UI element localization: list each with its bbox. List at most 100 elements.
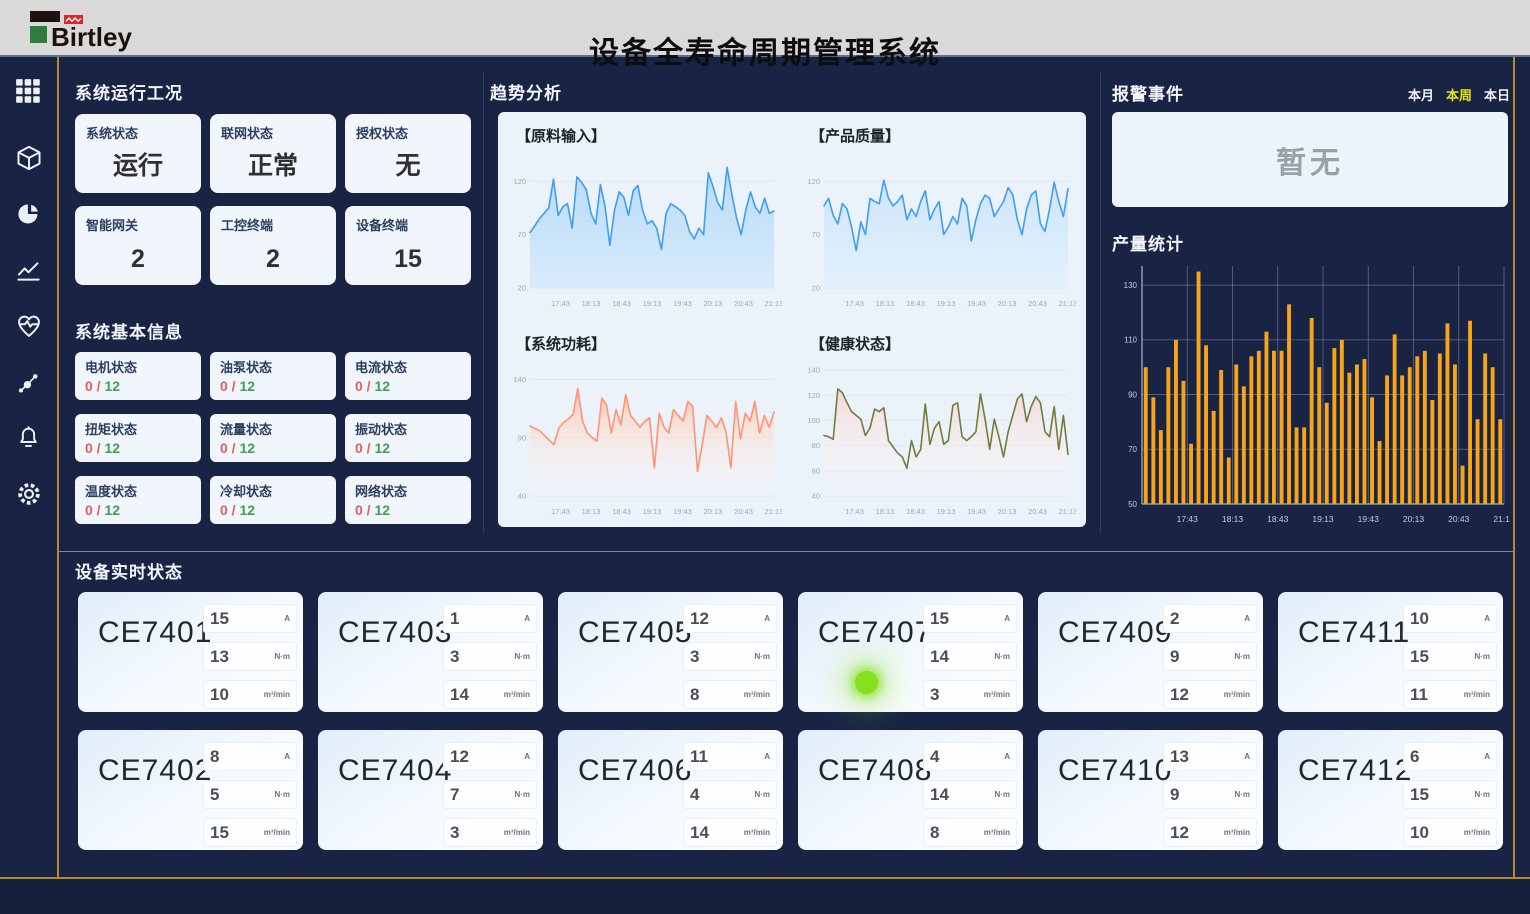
trend-chart-title: 【系统功耗】 bbox=[516, 333, 606, 354]
device-stat-current: 8A bbox=[203, 742, 297, 771]
device-card-CE7412[interactable]: CE74126A15N·m10m³/min bbox=[1278, 730, 1503, 850]
sidebar-pie-chart-icon[interactable] bbox=[7, 194, 51, 236]
device-stat-value: 14 bbox=[690, 823, 709, 843]
alarm-tab-本周[interactable]: 本周 bbox=[1446, 85, 1472, 104]
info-card[interactable]: 电机状态0 / 12 bbox=[75, 352, 201, 400]
device-stat-torque: 14N·m bbox=[923, 642, 1017, 671]
sidebar-apps-grid-icon[interactable] bbox=[7, 72, 51, 114]
info-card[interactable]: 电流状态0 / 12 bbox=[345, 352, 471, 400]
device-stat-unit: A bbox=[1484, 614, 1490, 623]
device-stat-value: 3 bbox=[450, 823, 459, 843]
sidebar-cube-3d-icon[interactable] bbox=[7, 138, 51, 180]
status-card-value: 运行 bbox=[75, 146, 201, 182]
device-stat-unit: N·m bbox=[754, 652, 770, 661]
alarm-tab-本日[interactable]: 本日 bbox=[1484, 85, 1510, 104]
status-card-label: 设备终端 bbox=[356, 215, 460, 234]
sidebar-bell-icon[interactable] bbox=[7, 418, 51, 460]
device-stats: 4A14N·m8m³/min bbox=[923, 742, 1017, 856]
device-stat-value: 3 bbox=[450, 647, 459, 667]
svg-text:20:13: 20:13 bbox=[998, 299, 1017, 308]
line-chart-icon bbox=[15, 256, 42, 286]
device-card-CE7408[interactable]: CE74084A14N·m8m³/min bbox=[798, 730, 1023, 850]
device-card-CE7411[interactable]: CE741110A15N·m11m³/min bbox=[1278, 592, 1503, 712]
svg-text:18:43: 18:43 bbox=[906, 299, 925, 308]
trend-chart-health-status: 【健康状态】40608010012014017:4318:1318:4319:1… bbox=[792, 320, 1086, 527]
svg-text:120: 120 bbox=[807, 391, 820, 400]
device-stat-unit: A bbox=[764, 614, 770, 623]
device-stats: 10A15N·m11m³/min bbox=[1403, 604, 1497, 718]
svg-text:70: 70 bbox=[812, 230, 820, 239]
device-stat-current: 4A bbox=[923, 742, 1017, 771]
device-stats: 11A4N·m14m³/min bbox=[683, 742, 777, 856]
info-card-current: 0 bbox=[355, 440, 363, 456]
info-card-ratio: 0 / 12 bbox=[85, 440, 191, 456]
svg-text:120: 120 bbox=[807, 177, 820, 186]
device-stat-unit: A bbox=[1244, 614, 1250, 623]
device-stat-unit: N·m bbox=[274, 652, 290, 661]
svg-text:18:13: 18:13 bbox=[582, 299, 601, 308]
status-card[interactable]: 系统状态运行 bbox=[75, 114, 201, 193]
status-card[interactable]: 智能网关2 bbox=[75, 206, 201, 285]
device-card-CE7410[interactable]: CE741013A9N·m12m³/min bbox=[1038, 730, 1263, 850]
device-stat-unit: A bbox=[1004, 614, 1010, 623]
sidebar-heartbeat-icon[interactable] bbox=[7, 306, 51, 348]
device-stat-current: 13A bbox=[1163, 742, 1257, 771]
device-card-CE7407[interactable]: CE740715A14N·m3m³/min bbox=[798, 592, 1023, 712]
svg-text:19:13: 19:13 bbox=[643, 507, 662, 516]
device-stat-value: 7 bbox=[450, 785, 459, 805]
device-stat-value: 15 bbox=[210, 823, 229, 843]
column-divider-right bbox=[1100, 72, 1101, 534]
status-card[interactable]: 授权状态无 bbox=[345, 114, 471, 193]
status-card[interactable]: 设备终端15 bbox=[345, 206, 471, 285]
sidebar-gear-icon[interactable] bbox=[7, 474, 51, 516]
device-stat-value: 12 bbox=[1170, 823, 1189, 843]
svg-text:120: 120 bbox=[513, 177, 526, 186]
sidebar-border bbox=[57, 57, 59, 877]
status-card[interactable]: 联网状态正常 bbox=[210, 114, 336, 193]
status-card-label: 工控终端 bbox=[221, 215, 325, 234]
info-card[interactable]: 温度状态0 / 12 bbox=[75, 476, 201, 524]
info-card[interactable]: 流量状态0 / 12 bbox=[210, 414, 336, 462]
device-card-CE7403[interactable]: CE74031A3N·m14m³/min bbox=[318, 592, 543, 712]
devices-grid: CE740115A13N·m10m³/minCE74031A3N·m14m³/m… bbox=[78, 592, 1503, 850]
sidebar-molecule-icon[interactable] bbox=[7, 362, 51, 404]
sidebar-line-chart-icon[interactable] bbox=[7, 250, 51, 292]
status-card-label: 授权状态 bbox=[356, 123, 460, 142]
device-stat-current: 12A bbox=[683, 604, 777, 633]
device-card-CE7404[interactable]: CE740412A7N·m3m³/min bbox=[318, 730, 543, 850]
info-card[interactable]: 油泵状态0 / 12 bbox=[210, 352, 336, 400]
device-stats: 15A14N·m3m³/min bbox=[923, 604, 1017, 718]
info-card-label: 冷却状态 bbox=[220, 481, 326, 500]
svg-text:18:43: 18:43 bbox=[906, 507, 925, 516]
alarm-tab-本月[interactable]: 本月 bbox=[1408, 85, 1434, 104]
device-stat-value: 12 bbox=[1170, 685, 1189, 705]
svg-text:20:13: 20:13 bbox=[704, 507, 723, 516]
device-card-CE7406[interactable]: CE740611A4N·m14m³/min bbox=[558, 730, 783, 850]
status-card-label: 智能网关 bbox=[86, 215, 190, 234]
device-stat-value: 15 bbox=[1410, 647, 1429, 667]
info-card[interactable]: 网络状态0 / 12 bbox=[345, 476, 471, 524]
device-card-CE7402[interactable]: CE74028A5N·m15m³/min bbox=[78, 730, 303, 850]
device-card-CE7409[interactable]: CE74092A9N·m12m³/min bbox=[1038, 592, 1263, 712]
svg-text:21:13: 21:13 bbox=[1059, 507, 1076, 516]
info-card[interactable]: 扭矩状态0 / 12 bbox=[75, 414, 201, 462]
device-card-CE7405[interactable]: CE740512A3N·m8m³/min bbox=[558, 592, 783, 712]
info-card[interactable]: 冷却状态0 / 12 bbox=[210, 476, 336, 524]
info-card-separator: / bbox=[363, 378, 375, 394]
device-stat-current: 15A bbox=[923, 604, 1017, 633]
trend-chart-plot: 207012017:4318:1318:4319:1319:4320:1320:… bbox=[798, 152, 1076, 319]
logo-black-bar bbox=[30, 11, 60, 22]
svg-text:18:13: 18:13 bbox=[876, 507, 895, 516]
svg-text:70: 70 bbox=[518, 230, 526, 239]
running-indicator-dot bbox=[855, 671, 878, 694]
trend-chart-plot: 207012017:4318:1318:4319:1319:4320:1320:… bbox=[504, 152, 782, 319]
info-card[interactable]: 振动状态0 / 12 bbox=[345, 414, 471, 462]
devices-section-divider bbox=[57, 551, 1514, 552]
device-stat-torque: 3N·m bbox=[683, 642, 777, 671]
device-card-CE7401[interactable]: CE740115A13N·m10m³/min bbox=[78, 592, 303, 712]
svg-text:19:43: 19:43 bbox=[967, 299, 986, 308]
svg-text:90: 90 bbox=[1128, 390, 1137, 399]
svg-text:20: 20 bbox=[518, 284, 526, 293]
svg-text:21:13: 21:13 bbox=[1493, 514, 1510, 524]
status-card[interactable]: 工控终端2 bbox=[210, 206, 336, 285]
